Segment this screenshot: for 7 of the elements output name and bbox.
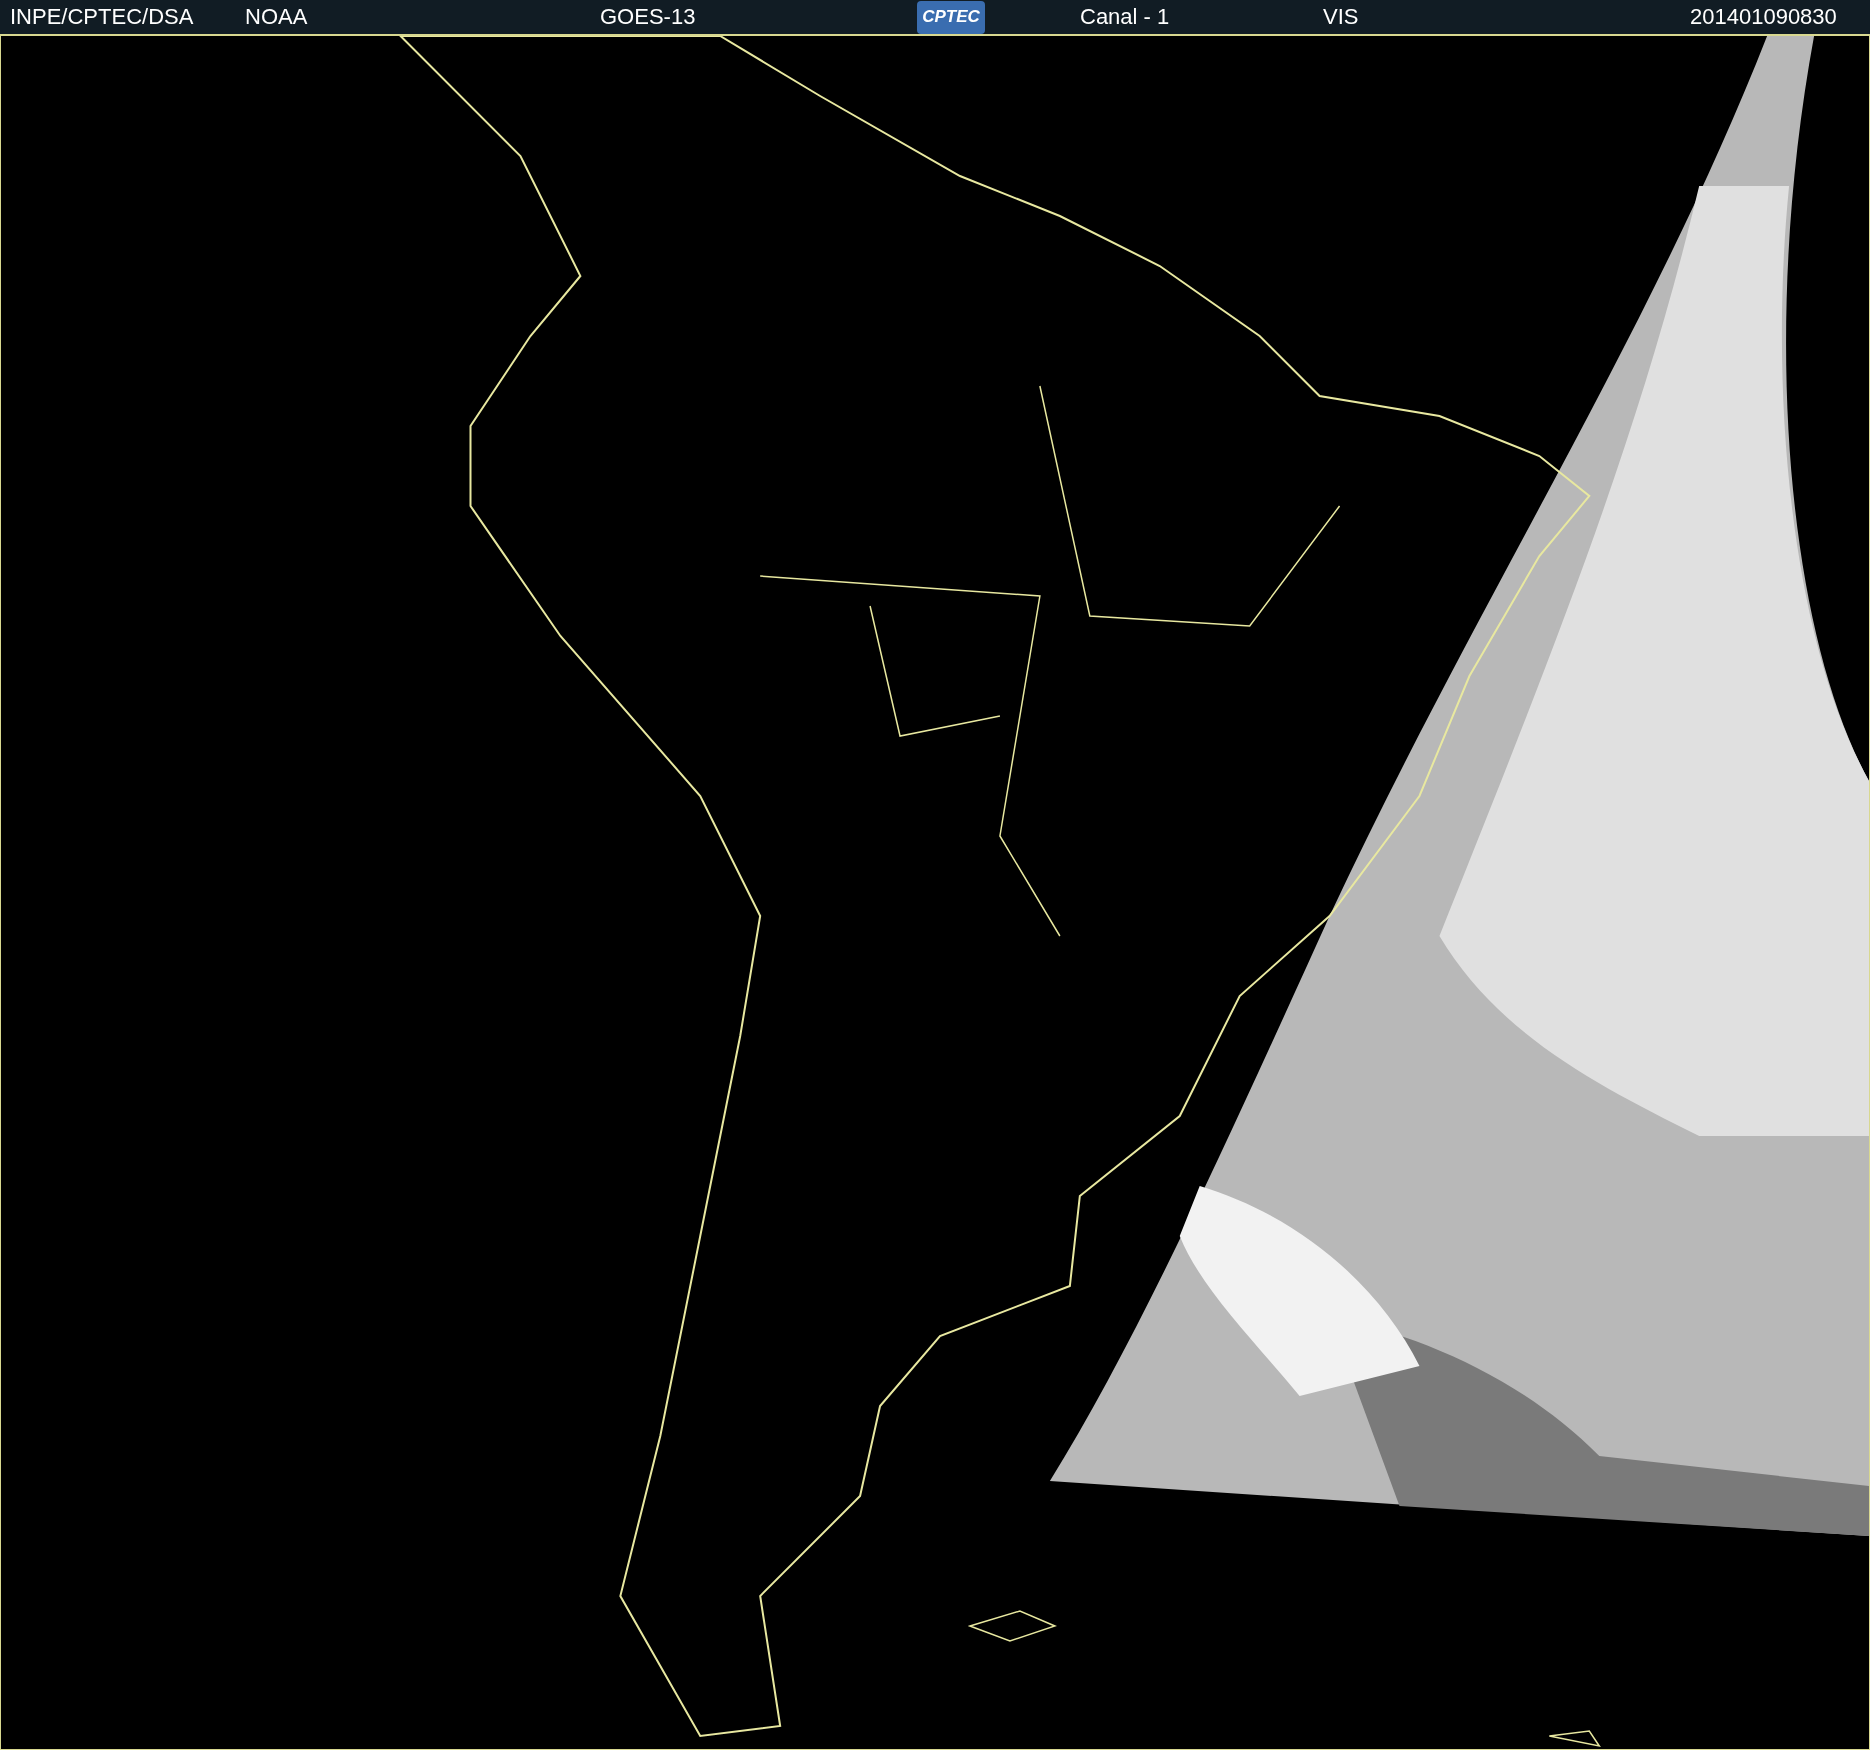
- channel-label: Canal - 1: [1080, 6, 1171, 28]
- satellite-label: GOES-13: [600, 6, 697, 28]
- timestamp-label: 201401090830: [1690, 6, 1837, 28]
- band-label: VIS: [1323, 6, 1360, 28]
- cptec-logo: CPTEC: [917, 0, 985, 34]
- source-label: INPE/CPTEC/DSA: [10, 6, 195, 28]
- agency-label: NOAA: [245, 6, 309, 28]
